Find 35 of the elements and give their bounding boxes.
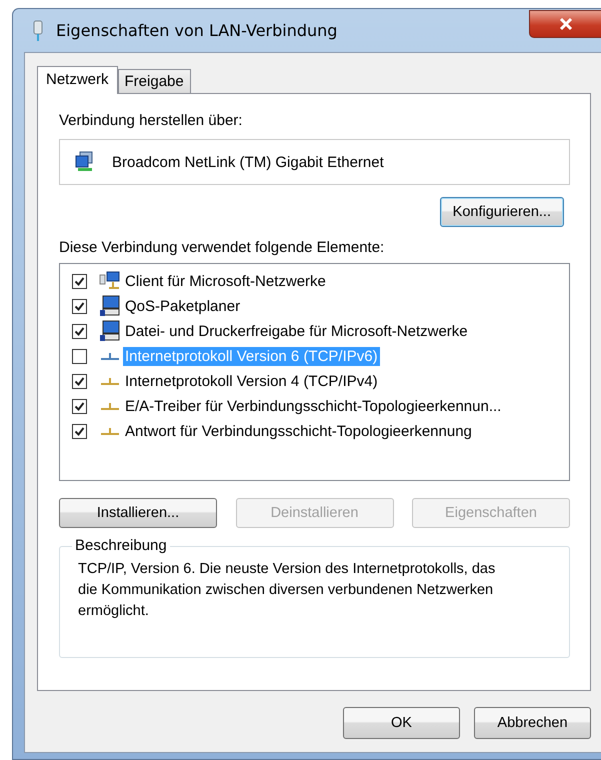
protocol-icon <box>99 426 121 436</box>
tab[interactable]: Freigabe <box>118 69 191 93</box>
description-text: TCP/IP, Version 6. Die neuste Version des Internetprotokolls, das die Kommunikation zwischen diversen verbundenen Netzwerken ermöglicht. <box>78 560 496 621</box>
checkbox[interactable] <box>72 298 87 314</box>
checkbox[interactable] <box>72 374 87 388</box>
dialog-button[interactable]: OK <box>343 707 460 739</box>
close-button[interactable] <box>529 10 601 38</box>
checkbox[interactable] <box>72 424 87 438</box>
description-title: Beschreibung <box>72 537 170 554</box>
action-button[interactable]: Installieren... <box>59 498 217 528</box>
close-icon <box>558 17 574 31</box>
list-item[interactable]: Antwort für Verbindungsschicht-Topologieerkennung <box>123 422 474 440</box>
list-item[interactable]: E/A-Treiber für Verbindungsschicht-Topologieerkennun... <box>123 396 504 416</box>
checkbox[interactable] <box>72 398 87 414</box>
protocol-icon <box>99 351 121 361</box>
computer-icon <box>99 320 121 342</box>
dialog-button[interactable]: Abbrechen <box>474 707 591 739</box>
list-item[interactable]: Internetprotokoll Version 4 (TCP/IPv4) <box>123 372 380 390</box>
protocol-icon <box>99 376 121 386</box>
adapter-name: Broadcom NetLink (TM) Gigabit Ethernet <box>112 154 384 170</box>
checkbox[interactable] <box>72 348 87 364</box>
checkbox[interactable] <box>72 274 87 288</box>
connect-via-label: Verbindung herstellen über: <box>59 112 244 129</box>
list-item[interactable]: QoS-Paketplaner <box>123 296 242 316</box>
client-computer-icon <box>99 270 121 292</box>
list-item[interactable]: Datei- und Druckerfreigabe für Microsoft-Netzwerke <box>123 322 470 340</box>
computer-icon <box>99 295 121 317</box>
checkbox[interactable] <box>72 324 87 338</box>
window-title: Eigenschaften von LAN-Verbindung <box>56 21 338 40</box>
configure-button[interactable]: Konfigurieren... <box>440 197 564 227</box>
elements-label: Diese Verbindung verwendet folgende Elemente: <box>59 239 386 256</box>
tab[interactable]: Netzwerk <box>37 66 118 94</box>
network-plug-icon <box>32 20 44 42</box>
list-item[interactable]: Client für Microsoft-Netzwerke <box>123 272 328 290</box>
protocol-icon <box>99 401 121 411</box>
